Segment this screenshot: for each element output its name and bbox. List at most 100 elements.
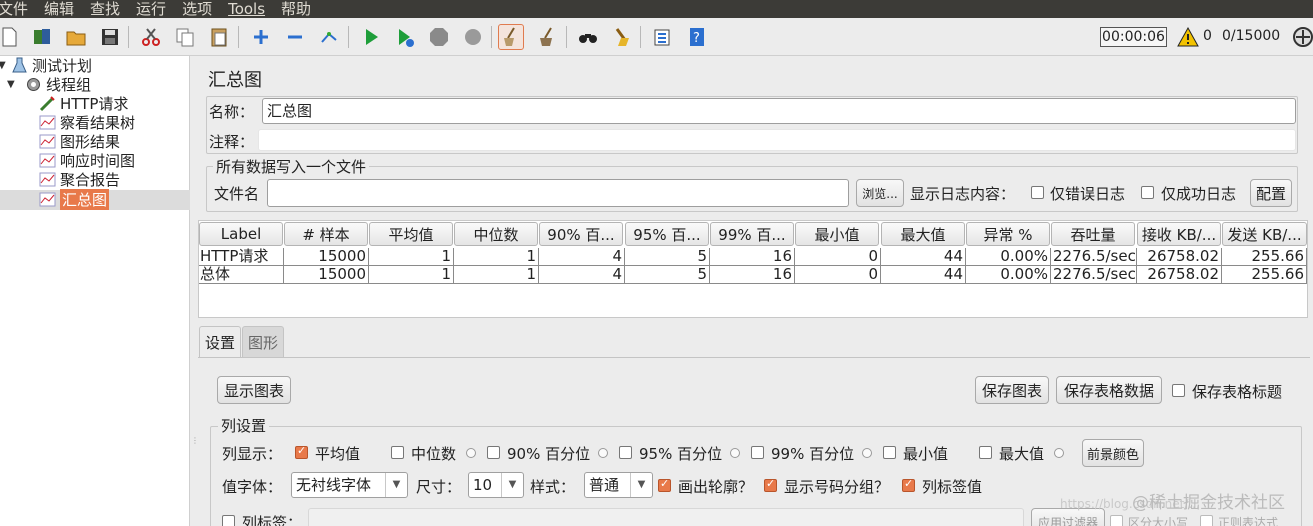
column-label-field[interactable] <box>308 508 1024 526</box>
open-icon[interactable] <box>63 24 89 50</box>
expand-icon[interactable] <box>248 24 274 50</box>
save-table-data-button[interactable]: 保存表格数据 <box>1056 376 1162 404</box>
column-header[interactable]: 95% 百... <box>625 222 709 246</box>
tree-item-response-time-graph[interactable]: 响应时间图 <box>38 151 135 170</box>
column-header[interactable]: # 样本 <box>284 222 368 246</box>
tree-item-view-results-tree[interactable]: 察看结果树 <box>38 113 135 132</box>
comment-field[interactable] <box>258 129 1296 151</box>
remote-icon[interactable] <box>1292 26 1313 48</box>
tree-item-thread-group[interactable]: 线程组 <box>24 75 91 94</box>
column-header[interactable]: 最大值 <box>881 222 965 246</box>
column-header[interactable]: 发送 KB/... <box>1222 222 1307 246</box>
templates-icon[interactable] <box>29 24 55 50</box>
tree-item-http-request[interactable]: HTTP请求 <box>38 94 128 113</box>
browse-button[interactable]: 浏览... <box>856 179 904 207</box>
help-icon[interactable]: ? <box>684 24 710 50</box>
expand-toggle-icon[interactable]: ▼ <box>0 60 6 71</box>
column-min-label: 最小值 <box>903 445 949 463</box>
configure-button[interactable]: 配置 <box>1250 179 1292 207</box>
menu-tools[interactable]: Tools <box>228 0 271 18</box>
new-icon[interactable] <box>0 24 22 50</box>
stop-icon[interactable] <box>426 24 452 50</box>
tab-settings[interactable]: 设置 <box>199 326 241 358</box>
regex-checkbox[interactable] <box>1200 515 1213 526</box>
search-icon[interactable] <box>575 24 601 50</box>
table-row[interactable]: 总体 15000 1 1 4 5 16 0 44 0.00% 2276.5/se… <box>199 266 1307 284</box>
warning-icon[interactable] <box>1177 27 1199 47</box>
column-min-checkbox[interactable] <box>883 446 896 459</box>
test-plan-icon <box>10 57 28 75</box>
toolbar: ? 00:00:06 0 0/15000 <box>0 18 1313 56</box>
color-indicator-icon <box>862 448 872 458</box>
column-header[interactable]: 90% 百... <box>539 222 623 246</box>
toggle-icon[interactable] <box>316 24 342 50</box>
column-median-checkbox[interactable] <box>391 446 404 459</box>
regex-label: 正则表达式 <box>1218 516 1279 526</box>
menu-edit[interactable]: 编辑 <box>44 0 80 18</box>
cut-icon[interactable] <box>138 24 164 50</box>
draw-outline-checkbox[interactable] <box>658 477 671 492</box>
reset-search-icon[interactable] <box>609 24 635 50</box>
menu-search[interactable]: 查找 <box>90 0 126 18</box>
column-max-checkbox[interactable] <box>979 446 992 459</box>
save-chart-button[interactable]: 保存图表 <box>975 376 1049 404</box>
watermark: @稀土掘金技术社区 <box>1132 493 1285 513</box>
paste-icon[interactable] <box>206 24 232 50</box>
shutdown-icon[interactable] <box>460 24 486 50</box>
column-99-checkbox[interactable] <box>751 446 764 459</box>
tree-item-aggregate-report[interactable]: 聚合报告 <box>38 170 120 189</box>
column-header[interactable]: 最小值 <box>795 222 879 246</box>
column-header[interactable]: 异常 % <box>966 222 1050 246</box>
column-header[interactable]: 平均值 <box>369 222 453 246</box>
column-90-checkbox[interactable] <box>487 446 500 459</box>
style-select[interactable]: 普通 ▼ <box>584 472 653 498</box>
column-header[interactable]: 接收 KB/... <box>1137 222 1221 246</box>
tab-graph[interactable]: 图形 <box>242 326 284 358</box>
column-header[interactable]: 中位数 <box>454 222 538 246</box>
save-icon[interactable] <box>97 24 123 50</box>
split-pane-divider[interactable] <box>190 56 198 526</box>
expand-toggle-icon[interactable]: ▼ <box>7 79 15 90</box>
value-font-select[interactable]: 无衬线字体 ▼ <box>291 472 408 498</box>
foreground-color-button[interactable]: 前景颜色 <box>1082 439 1144 467</box>
errors-only-checkbox[interactable] <box>1031 186 1044 199</box>
table-row[interactable]: HTTP请求 15000 1 1 4 5 16 0 44 0.00% 2276.… <box>199 248 1307 266</box>
column-label-checkbox[interactable] <box>222 515 235 526</box>
chevron-down-icon: ▼ <box>501 473 523 497</box>
tree-item-graph-results[interactable]: 图形结果 <box>38 132 120 151</box>
column-header[interactable]: 99% 百... <box>710 222 794 246</box>
show-chart-button[interactable]: 显示图表 <box>217 376 291 404</box>
copy-icon[interactable] <box>172 24 198 50</box>
menu-help[interactable]: 帮助 <box>281 0 317 18</box>
case-sensitive-checkbox[interactable] <box>1110 515 1123 526</box>
column-90-label: 90% 百分位 <box>507 445 591 463</box>
column-95-checkbox[interactable] <box>619 446 632 459</box>
number-grouping-label: 显示号码分组？ <box>784 478 890 496</box>
column-label-value-checkbox[interactable] <box>902 477 915 492</box>
column-header[interactable]: Label <box>199 222 283 246</box>
filename-field[interactable] <box>267 179 849 207</box>
save-table-header-label: 保存表格标题 <box>1192 383 1283 401</box>
size-select[interactable]: 10 ▼ <box>468 472 524 498</box>
tree-item-test-plan[interactable]: 测试计划 <box>10 56 92 75</box>
menu-bar: 文件 编辑 查找 运行 选项 Tools 帮助 <box>0 0 1313 18</box>
clear-icon[interactable] <box>498 24 524 50</box>
clear-all-icon[interactable] <box>534 24 560 50</box>
save-table-header-checkbox[interactable] <box>1172 384 1185 397</box>
number-grouping-checkbox[interactable] <box>764 477 777 492</box>
column-median-label: 中位数 <box>411 445 457 463</box>
column-header[interactable]: 吞吐量 <box>1051 222 1135 246</box>
success-only-checkbox[interactable] <box>1141 186 1154 199</box>
tree-item-aggregate-graph[interactable]: 汇总图 <box>38 189 110 210</box>
svg-text:?: ? <box>693 31 700 46</box>
column-average-checkbox[interactable] <box>295 444 308 459</box>
menu-options[interactable]: 选项 <box>182 0 218 18</box>
menu-run[interactable]: 运行 <box>136 0 172 18</box>
start-icon[interactable] <box>358 24 384 50</box>
start-no-pause-icon[interactable] <box>392 24 418 50</box>
function-helper-icon[interactable] <box>649 24 675 50</box>
gear-icon <box>24 76 42 94</box>
menu-file[interactable]: 文件 <box>0 0 34 18</box>
collapse-icon[interactable] <box>282 24 308 50</box>
name-field[interactable]: 汇总图 <box>262 98 1296 124</box>
